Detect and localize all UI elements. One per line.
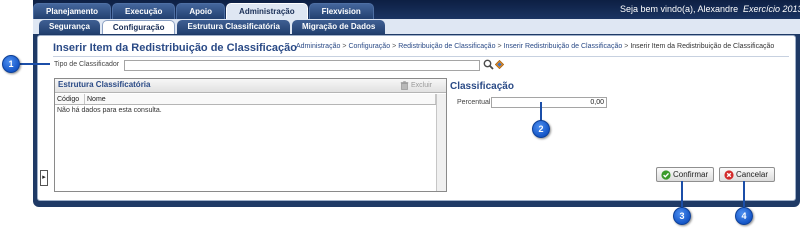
breadcrumb-administracao[interactable]: Administração [296,43,340,50]
breadcrumb-separator: > [392,43,397,50]
panel-header: Estrutura Classificatória Excluir [55,79,446,93]
callout-4-line [743,181,745,209]
x-circle-icon [724,169,734,180]
breadcrumb: Administração > Configuração > Redistribuiçã… [296,43,774,50]
main-tab-apoio[interactable]: Apoio [176,3,226,19]
screenshot-stage: Planejamento Execução Apoio Administraçã… [0,0,800,232]
callout-2: 2 [532,120,550,138]
title-divider [53,56,789,57]
delete-button[interactable]: Excluir [400,81,432,90]
tab-migracao-de-dados[interactable]: Migração de Dados [291,20,386,34]
delete-label: Excluir [411,82,433,89]
main-nav: Planejamento Execução Apoio Administraçã… [33,3,375,19]
cancel-button[interactable]: Cancelar [719,167,775,182]
tab-seguranca[interactable]: Segurança [39,20,100,34]
callout-3: 3 [673,207,691,225]
tab-estrutura-classificatoria[interactable]: Estrutura Classificatória [177,20,290,34]
percentual-label: Percentual [457,99,491,106]
breadcrumb-separator: > [497,43,502,50]
app-window: Planejamento Execução Apoio Administraçã… [33,0,800,207]
callout-4: 4 [735,207,753,225]
breadcrumb-redistribuicao[interactable]: Redistribuição de Classificação [398,43,495,50]
vertical-scrollbar[interactable] [436,94,446,191]
sub-nav-bar: Segurança Configuração Estrutura Classif… [33,19,800,34]
callout-1: 1 [2,55,20,73]
breadcrumb-configuracao[interactable]: Configuração [348,43,390,50]
main-tab-execucao[interactable]: Execução [112,3,176,19]
welcome-text: Seja bem vindo(a), Alexandre [620,4,739,14]
main-tab-administracao[interactable]: Administração [226,3,308,19]
breadcrumb-separator: > [342,43,347,50]
breadcrumb-inserir-redistribuicao[interactable]: Inserir Redistribuição de Classificação [504,43,623,50]
exercise-year: Exercício 2013 [743,4,800,14]
page-title: Inserir Item da Redistribuição de Classi… [53,42,297,54]
breadcrumb-separator: > [624,43,629,50]
callout-3-line [681,181,683,209]
sub-nav: Segurança Configuração Estrutura Classif… [39,20,387,34]
callout-1-line [20,63,50,65]
confirm-button[interactable]: Confirmar [656,167,714,182]
column-nome[interactable]: Nome [85,94,436,104]
diamond-lookup-icon[interactable] [495,60,504,69]
estrutura-classificatoria-panel: Estrutura Classificatória Excluir Código… [54,78,447,192]
table-header: Código Nome [55,94,446,105]
breadcrumb-current: Inserir Item da Redistribuição de Classi… [630,43,775,50]
trash-icon [400,81,409,90]
empty-message: Não há dados para esta consulta. [57,107,162,114]
main-tab-flexvision[interactable]: Flexvision [308,3,374,19]
confirm-label: Confirmar [673,170,709,179]
classificacao-title: Classificação [450,81,514,92]
tab-configuracao[interactable]: Configuração [101,20,176,34]
expand-panel-tab[interactable]: ▸ [40,170,48,186]
check-circle-icon [661,169,671,180]
content-area: Inserir Item da Redistribuição de Classi… [37,35,796,201]
tipo-classificador-input[interactable] [124,60,480,71]
main-tab-planejamento[interactable]: Planejamento [33,3,112,19]
callout-2-line [540,102,542,122]
magnifier-icon[interactable] [483,59,494,70]
panel-title: Estrutura Classificatória [58,80,151,89]
cancel-label: Cancelar [736,170,769,179]
column-codigo[interactable]: Código [55,94,85,104]
percentual-input[interactable]: 0,00 [491,97,607,108]
tipo-classificador-label: Tipo de Classificador [54,61,120,68]
top-bar: Planejamento Execução Apoio Administraçã… [33,0,800,19]
